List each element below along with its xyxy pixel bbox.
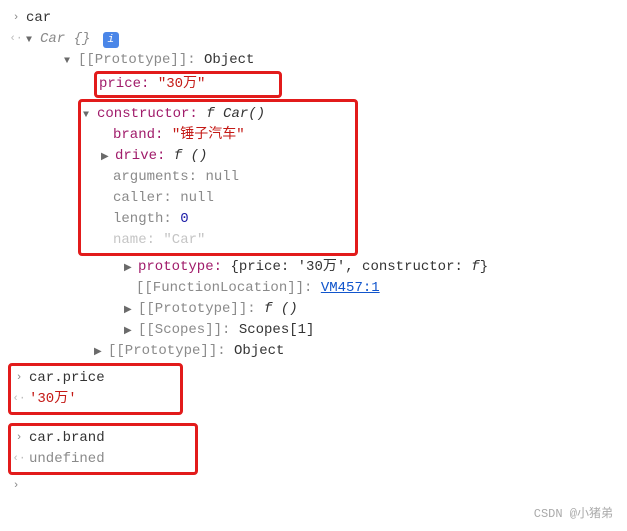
triangle-right-icon: ▶ bbox=[101, 150, 111, 165]
console-input-text: car.brand bbox=[27, 428, 191, 449]
price-row[interactable]: price: "30万" bbox=[8, 71, 619, 98]
input-chevron-icon: › bbox=[8, 478, 24, 495]
object-braces: {} bbox=[74, 31, 91, 47]
class-name: Car bbox=[40, 31, 65, 47]
prop-val: 0 bbox=[180, 211, 188, 227]
prop-val: null bbox=[205, 169, 239, 185]
prop-key: [[Prototype]] bbox=[138, 301, 247, 317]
console-input-text: car bbox=[24, 8, 619, 29]
triangle-down-icon: ▼ bbox=[26, 33, 36, 48]
vm-link[interactable]: VM457:1 bbox=[321, 280, 380, 296]
prop-val: {price: '30万', constructor: bbox=[230, 259, 471, 275]
fn-sig: () bbox=[182, 148, 207, 164]
watermark: CSDN @小猪弟 bbox=[8, 505, 619, 523]
console-output-row[interactable]: ‹· ▼ Car {} i bbox=[8, 29, 619, 50]
arguments-row[interactable]: arguments: null bbox=[81, 167, 351, 188]
prop-val: Scopes[1] bbox=[239, 322, 315, 338]
triangle-right-icon: ▶ bbox=[124, 303, 134, 318]
prop-key: prototype bbox=[138, 259, 214, 275]
triangle-right-icon: ▶ bbox=[124, 324, 134, 339]
highlight-box: › car.brand ‹· undefined bbox=[8, 423, 198, 475]
prop-key: length bbox=[113, 211, 163, 227]
triangle-right-icon: ▶ bbox=[94, 345, 104, 360]
fn-italic-f: f bbox=[174, 148, 182, 164]
prop-key: price bbox=[99, 76, 141, 92]
info-icon[interactable]: i bbox=[103, 32, 119, 48]
input-chevron-icon: › bbox=[8, 10, 24, 27]
console-input-row[interactable]: › car.price bbox=[11, 368, 176, 389]
truncated-text: name: "Car" bbox=[113, 232, 205, 248]
scopes-row[interactable]: ▶[[Scopes]]: Scopes[1] bbox=[8, 320, 619, 341]
length-row[interactable]: length: 0 bbox=[81, 209, 351, 230]
prop-key: arguments bbox=[113, 169, 189, 185]
brand-row[interactable]: brand: "锤子汽车" bbox=[81, 125, 351, 146]
constructor-row[interactable]: ▼constructor: f Car() bbox=[81, 104, 351, 125]
triangle-right-icon: ▶ bbox=[124, 261, 134, 276]
triangle-down-icon: ▼ bbox=[64, 54, 74, 69]
close-brace: } bbox=[480, 259, 488, 275]
fn-italic-f: f bbox=[471, 259, 479, 275]
console-input-row[interactable]: › bbox=[8, 476, 619, 497]
prop-val: null bbox=[180, 190, 214, 206]
prop-key: [[FunctionLocation]] bbox=[136, 280, 304, 296]
prop-key: brand bbox=[113, 127, 155, 143]
console-output-row: ‹· '30万' bbox=[11, 389, 176, 410]
console-input-row[interactable]: › car.brand bbox=[11, 428, 191, 449]
console-output-row: ‹· undefined bbox=[11, 449, 191, 470]
console-input-row[interactable]: › car bbox=[8, 8, 619, 29]
highlight-box: ▼constructor: f Car() brand: "锤子汽车" ▶dri… bbox=[78, 99, 358, 256]
output-chevron-icon: ‹· bbox=[11, 451, 27, 468]
fnlocation-row[interactable]: [[FunctionLocation]]: VM457:1 bbox=[8, 278, 619, 299]
fn-italic-f: f bbox=[206, 106, 214, 122]
output-chevron-icon: ‹· bbox=[11, 391, 27, 408]
console-input-text: car.price bbox=[27, 368, 176, 389]
prop-val: "锤子汽车" bbox=[172, 127, 245, 143]
prop-val: "30万" bbox=[158, 76, 206, 92]
console-output-text: undefined bbox=[27, 449, 191, 470]
prop-key: constructor bbox=[97, 106, 189, 122]
input-chevron-icon: › bbox=[11, 370, 27, 387]
triangle-down-icon: ▼ bbox=[83, 108, 93, 123]
prop-val: Object bbox=[204, 52, 254, 68]
drive-row[interactable]: ▶drive: f () bbox=[81, 146, 351, 167]
fn-sig: () bbox=[272, 301, 297, 317]
truncated-row: name: "Car" bbox=[81, 230, 351, 251]
prototype-row[interactable]: ▶prototype: {price: '30万', constructor: … bbox=[8, 257, 619, 278]
caller-row[interactable]: caller: null bbox=[81, 188, 351, 209]
prop-key: drive bbox=[115, 148, 157, 164]
prop-key: [[Prototype]] bbox=[108, 343, 217, 359]
prop-key: [[Scopes]] bbox=[138, 322, 222, 338]
prop-key: [[Prototype]] bbox=[78, 52, 187, 68]
object-header: ▼ Car {} i bbox=[24, 29, 619, 50]
input-chevron-icon: › bbox=[11, 430, 27, 447]
output-chevron-icon: ‹· bbox=[8, 31, 24, 48]
prop-val: Object bbox=[234, 343, 284, 359]
proto-row[interactable]: ▼[[Prototype]]: Object bbox=[8, 50, 619, 71]
highlight-box: price: "30万" bbox=[94, 71, 282, 98]
highlight-box: › car.price ‹· '30万' bbox=[8, 363, 183, 415]
outer-proto-row[interactable]: ▶[[Prototype]]: Object bbox=[8, 341, 619, 362]
fn-sig: Car() bbox=[215, 106, 265, 122]
prop-key: caller bbox=[113, 190, 163, 206]
console-output-text: '30万' bbox=[27, 389, 176, 410]
proto-fn-row[interactable]: ▶[[Prototype]]: f () bbox=[8, 299, 619, 320]
